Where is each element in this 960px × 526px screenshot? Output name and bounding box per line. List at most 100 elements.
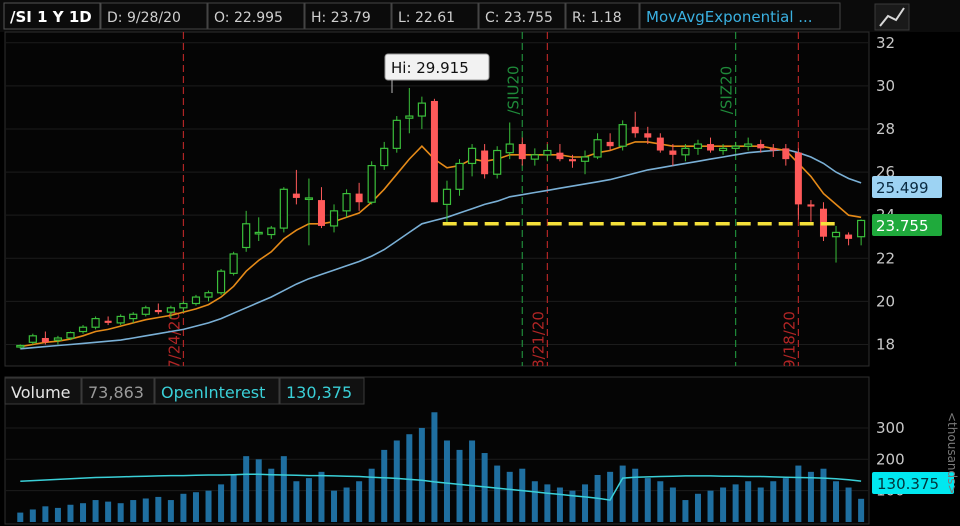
date-marker-label: 8/21/20	[529, 311, 547, 369]
hi-callout-text: Hi: 29.915	[391, 59, 469, 77]
volume-bar	[192, 492, 199, 522]
candle-body	[342, 193, 351, 212]
volume-bar	[720, 487, 727, 522]
candle-body	[568, 159, 576, 162]
volume-bar	[92, 500, 99, 522]
candle-body	[28, 335, 37, 343]
candle	[28, 333, 37, 345]
date-marker-label: 7/24/20	[165, 311, 183, 369]
chart-style-icon[interactable]	[874, 3, 910, 31]
volume-bar	[406, 434, 413, 522]
close-value: C: 23.755	[485, 10, 553, 26]
volume-bar	[782, 478, 789, 522]
volume-bar	[356, 481, 363, 522]
volume-bar	[757, 487, 764, 522]
candle	[91, 316, 100, 330]
volume-bar	[456, 449, 463, 522]
volume-bar	[845, 487, 852, 522]
candle-body	[831, 231, 841, 238]
volume-bar	[443, 440, 450, 522]
candle-body	[242, 223, 251, 249]
volume-bar	[343, 487, 350, 522]
volume-bar	[105, 501, 112, 522]
candle	[279, 187, 288, 233]
candle-body	[857, 219, 866, 238]
candle-body	[505, 143, 514, 154]
candle-body	[580, 156, 590, 162]
candle-body	[606, 141, 614, 147]
volume-bar	[469, 440, 476, 522]
volume-bar	[644, 478, 651, 522]
volume-bar	[732, 484, 739, 522]
candle-body	[481, 150, 489, 175]
volume-bar	[807, 471, 814, 522]
volume-bar	[582, 484, 589, 522]
candle	[141, 305, 150, 317]
candle-body	[656, 137, 664, 151]
candle-body	[304, 197, 314, 201]
volume-bar	[381, 449, 388, 522]
candle	[392, 116, 401, 153]
candle-body	[430, 100, 438, 203]
candle-body	[718, 147, 728, 152]
candle-body	[794, 152, 802, 205]
volume-bar	[745, 481, 752, 522]
volume-bar	[142, 498, 149, 522]
ema-slow-tag: 25.499	[872, 176, 942, 198]
volume-bar	[17, 512, 24, 522]
date-value: D: 9/28/20	[107, 10, 181, 26]
symbol-label[interactable]: /SI 1 Y 1D	[10, 8, 92, 26]
volume-bar	[694, 493, 701, 522]
candle-body	[254, 231, 263, 235]
volume-bar	[117, 503, 124, 522]
candle-body	[392, 119, 401, 149]
volume-tick-label: 300	[876, 419, 905, 437]
candle-body	[179, 302, 188, 309]
date-marker-label: 9/18/20	[780, 311, 798, 369]
chart-window: /SI 1 Y 1D D: 9/28/20 O: 22.995 H: 23.79…	[0, 0, 960, 525]
volume-bar	[268, 468, 275, 522]
volume-bar	[393, 440, 400, 522]
date-marker-label: /SIZ20	[718, 66, 736, 114]
volume-bar	[494, 465, 501, 522]
candle-body	[104, 320, 112, 323]
candle-body	[417, 102, 426, 117]
candle-body	[543, 149, 552, 156]
candle-body	[442, 188, 452, 205]
volume-bar	[418, 427, 425, 522]
volume-bar	[770, 481, 777, 522]
open-value: O: 22.995	[214, 10, 283, 26]
volume-bar	[795, 465, 802, 522]
candle-body	[380, 147, 389, 167]
volume-bar	[180, 493, 187, 522]
volume-bar	[544, 484, 551, 522]
volume-bar	[506, 471, 513, 522]
volume-bar	[54, 507, 61, 522]
volume-bar	[293, 481, 300, 522]
candle-body	[204, 292, 213, 298]
candle-body	[154, 309, 162, 313]
oi-label: OpenInterest	[161, 383, 265, 402]
volume-bar	[305, 478, 312, 522]
volume-bar	[519, 468, 526, 522]
volume-bar	[431, 412, 438, 522]
candle-body	[782, 148, 790, 160]
candle-body	[744, 143, 753, 147]
study-label[interactable]: MovAvgExponential ...	[646, 8, 813, 26]
candle-body	[329, 210, 339, 227]
volume-bar	[205, 490, 212, 522]
candle-body	[467, 147, 477, 165]
candle	[367, 161, 376, 205]
candle-body	[593, 139, 602, 158]
volume-bar	[230, 474, 237, 522]
volume-bar	[155, 496, 162, 522]
candle-body	[78, 326, 88, 333]
candle-body	[681, 147, 690, 156]
candle	[229, 251, 238, 276]
candle-body	[845, 234, 853, 239]
last-price-value: 23.755	[876, 217, 929, 235]
volume-bar	[80, 503, 87, 522]
candle-body	[53, 337, 63, 341]
candle-body	[129, 313, 138, 320]
volume-title: Volume	[11, 383, 71, 402]
